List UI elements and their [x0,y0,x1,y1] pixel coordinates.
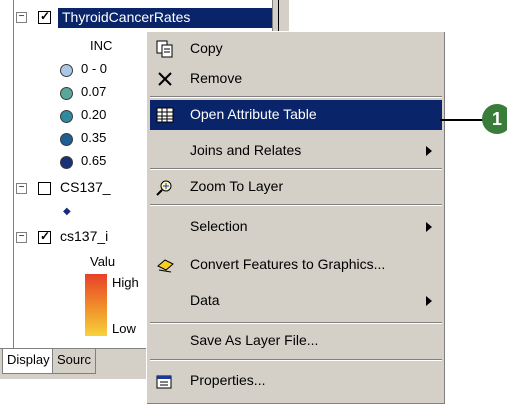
callout-leader-line [440,119,488,121]
menu-item-convert-features[interactable]: Convert Features to Graphics... [150,250,442,280]
tab-display[interactable]: Display [2,349,55,374]
menu-separator [150,96,442,98]
class-symbol-3 [60,110,73,123]
layer1-field-label: INC [90,38,113,53]
layer2-visibility-checkbox[interactable] [38,182,51,195]
remove-x-icon [158,72,172,86]
layer1-selected-highlight[interactable]: ThyroidCancerRates [58,8,272,28]
ramp-low-label: Low [112,321,136,336]
layer1-name: ThyroidCancerRates [62,9,191,25]
class-label-4: 0.35 [81,130,107,145]
collapse-toggle-layer1[interactable]: − [16,12,27,23]
menu-item-selection[interactable]: Selection [150,212,442,242]
menu-item-joins-and-relates[interactable]: Joins and Relates [150,136,442,166]
point-symbol-icon: ◆ [63,206,71,217]
class-symbol-4 [60,133,73,146]
class-label-2: 0.07 [81,84,107,99]
collapse-toggle-layer2[interactable]: − [16,183,27,194]
layer1-visibility-checkbox[interactable]: ✓ [38,9,51,24]
menu-item-label: Zoom To Layer [190,178,284,194]
menu-item-open-attribute-table[interactable]: Open Attribute Table [150,100,442,130]
submenu-arrow-icon [426,146,432,156]
class-symbol-2 [60,87,73,100]
class-label-3: 0.20 [81,107,107,122]
layer3-visibility-checkbox[interactable]: ✓ [38,229,51,244]
menu-item-label: Save As Layer File... [190,332,319,348]
collapse-toggle-layer3[interactable]: − [16,232,27,243]
menu-separator [150,322,442,324]
menu-item-label: Open Attribute Table [190,106,317,122]
layer-context-menu: Copy Remove Open Attribute Table Joins a… [146,31,445,404]
menu-item-label: Properties... [190,372,266,388]
callout-number-badge: 1 [482,104,507,134]
toc-border [13,0,14,378]
menu-item-label: Selection [190,218,248,234]
submenu-arrow-icon [426,296,432,306]
menu-item-copy[interactable]: Copy [150,34,442,64]
panel-frame [278,0,289,32]
menu-item-zoom-to-layer[interactable]: Zoom To Layer [150,172,442,202]
class-label-5: 0.65 [81,153,107,168]
checkmark-icon: ✓ [40,9,51,23]
submenu-arrow-icon [426,222,432,232]
menu-item-label: Convert Features to Graphics... [190,256,386,272]
convert-features-icon [157,259,174,273]
menu-item-remove[interactable]: Remove [150,64,442,94]
copy-icon [156,40,173,58]
class-symbol-5 [60,156,73,169]
layer2-name[interactable]: CS137_ [60,179,111,195]
menu-item-data[interactable]: Data [150,286,442,316]
menu-separator [150,359,442,361]
table-icon [156,107,174,123]
zoom-to-layer-icon [156,180,172,196]
menu-separator [150,204,442,206]
checkmark-icon: ✓ [40,229,51,243]
class-label-1: 0 - 0 [81,61,108,76]
menu-item-label: Remove [190,70,243,86]
menu-item-label: Copy [190,40,223,56]
menu-separator [150,168,442,170]
layer3-value-label: Valu [90,254,116,269]
class-symbol-1 [60,64,73,77]
layer3-name[interactable]: cs137_i [60,228,108,244]
ramp-high-label: High [112,275,139,290]
menu-item-properties[interactable]: Properties... [150,366,442,396]
menu-item-save-as-layer-file[interactable]: Save As Layer File... [150,326,442,356]
properties-icon [156,375,172,389]
tab-source[interactable]: Sourc [52,349,96,374]
color-ramp-swatch [85,274,107,336]
menu-item-label: Joins and Relates [190,142,302,158]
menu-item-label: Data [190,292,220,308]
